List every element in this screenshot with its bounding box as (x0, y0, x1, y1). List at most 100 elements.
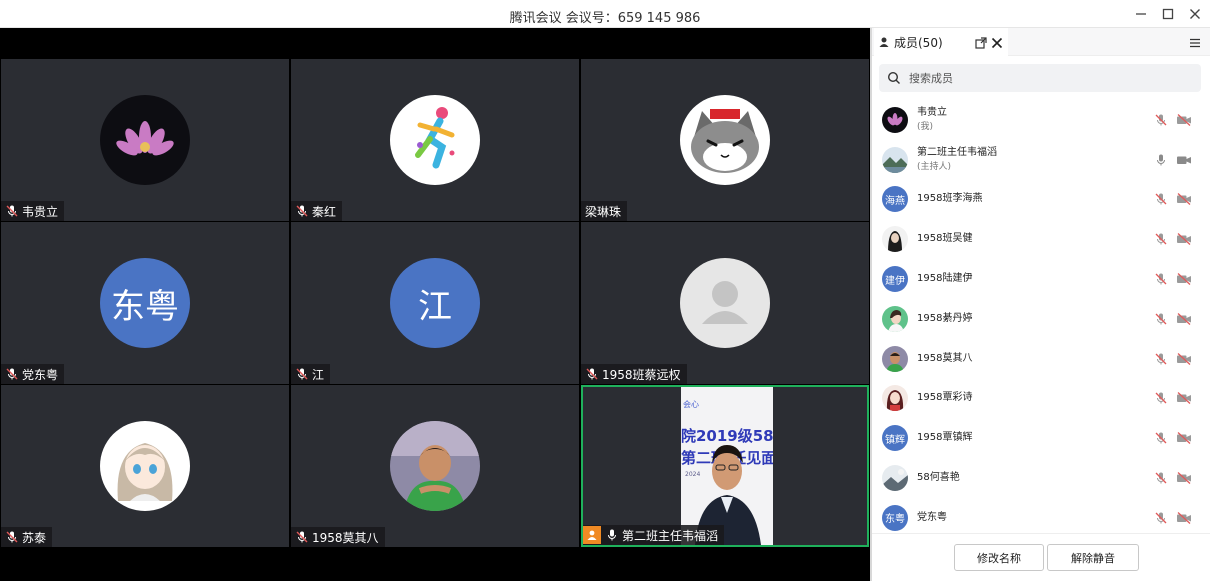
girl-photo-icon (882, 305, 908, 332)
participant-name: 1958莫其八 (312, 530, 379, 545)
member-name: 韦贵立 (我) (917, 106, 947, 132)
cat-cartoon-icon (680, 95, 770, 185)
participant-name: 江 (312, 367, 325, 382)
member-row[interactable]: 1958班吴健 (872, 219, 1210, 259)
maximize-icon (1162, 8, 1174, 20)
camera-off-icon[interactable] (1176, 272, 1192, 286)
avatar: 建伊 (882, 266, 908, 293)
close-icon (1190, 9, 1200, 19)
video-tile[interactable]: 秦红 (291, 59, 579, 221)
avatar: 海燕 (882, 186, 908, 213)
avatar (882, 305, 908, 332)
rename-button[interactable]: 修改名称 (954, 544, 1044, 571)
search-input[interactable] (909, 71, 1189, 85)
mic-muted-icon[interactable] (1154, 192, 1168, 206)
close-window-button[interactable] (1184, 4, 1206, 24)
video-tile[interactable]: 苏泰 (1, 385, 289, 547)
member-row[interactable]: 东粤 党东粤 (872, 498, 1210, 538)
video-tile[interactable]: 韦贵立 (1, 59, 289, 221)
popout-button[interactable] (974, 36, 988, 50)
mic-muted-icon[interactable] (1154, 312, 1168, 326)
active-speaker-tile[interactable]: 会心 院2019级58班 第二班 任见面 2024 第二班主任韦福滔 (581, 385, 869, 547)
search-box[interactable] (879, 64, 1201, 92)
member-row[interactable]: 镇辉 1958覃镇辉 (872, 418, 1210, 458)
video-tile[interactable]: 1958莫其八 (291, 385, 579, 547)
mic-muted-icon[interactable] (1154, 431, 1168, 445)
live-camera-feed: 会心 院2019级58班 第二班 任见面 2024 (681, 387, 773, 545)
close-icon (991, 37, 1003, 49)
member-row[interactable]: 58何喜艳 (872, 458, 1210, 498)
member-name: 1958班李海燕 (917, 193, 983, 205)
camera-off-icon[interactable] (1176, 391, 1192, 405)
avatar (680, 95, 770, 185)
camera-off-icon[interactable] (1176, 431, 1192, 445)
camera-off-icon[interactable] (1176, 232, 1192, 246)
camera-off-icon[interactable] (1176, 352, 1192, 366)
member-row[interactable]: 1958莫其八 (872, 339, 1210, 379)
avatar (390, 95, 480, 185)
member-row[interactable]: 海燕 1958班李海燕 (872, 180, 1210, 220)
member-name: 58何喜艳 (917, 472, 960, 484)
maximize-button[interactable] (1157, 4, 1179, 24)
camera-off-icon[interactable] (1176, 511, 1192, 525)
member-row[interactable]: 1958覃彩诗 (872, 379, 1210, 419)
mic-muted-icon (295, 204, 309, 218)
member-list: 韦贵立 (我) 第二班主任韦福滔 (主持人) 海燕 1958班李海燕 1958班吴健 (872, 100, 1210, 538)
doll-photo-icon (882, 385, 908, 412)
video-tile[interactable]: 江 江 (291, 222, 579, 384)
member-row[interactable]: 1958綦丹婷 (872, 299, 1210, 339)
name-tag: 1958莫其八 (291, 527, 385, 547)
camera-off-icon[interactable] (1176, 192, 1192, 206)
member-row[interactable]: 建伊 1958陆建伊 (872, 259, 1210, 299)
member-role: (我) (917, 121, 934, 132)
presenter-photo-icon (695, 445, 761, 545)
mic-muted-icon[interactable] (1154, 511, 1168, 525)
video-grid: 韦贵立 秦红 梁琳珠 东粤 党东粤 江 江 1958班蔡远权 苏泰 1958莫其… (0, 28, 870, 581)
name-tag: 党东粤 (1, 364, 65, 384)
minimize-button[interactable] (1130, 4, 1152, 24)
member-name: 1958覃彩诗 (917, 392, 973, 404)
avatar: 江 (390, 258, 480, 348)
mic-muted-icon[interactable] (1154, 352, 1168, 366)
mic-muted-icon (5, 204, 19, 218)
avatar (100, 421, 190, 511)
avatar (882, 226, 908, 253)
camera-off-icon[interactable] (1176, 113, 1192, 127)
member-name: 1958覃镇辉 (917, 432, 973, 444)
unmute-button[interactable]: 解除静音 (1047, 544, 1139, 571)
name-tag: 梁琳珠 (581, 201, 628, 221)
camera-off-icon[interactable] (1176, 312, 1192, 326)
mic-muted-icon (295, 530, 309, 544)
mic-muted-icon[interactable] (1154, 113, 1168, 127)
mic-on-icon[interactable] (1154, 153, 1168, 167)
video-tile[interactable]: 1958班蔡远权 (581, 222, 869, 384)
lotus-photo-icon (100, 95, 190, 185)
search-icon (887, 71, 900, 84)
menu-icon (1190, 38, 1200, 48)
mic-on-icon (605, 528, 619, 542)
participant-name: 第二班主任韦福滔 (622, 528, 719, 543)
runner-illustration-icon (390, 95, 480, 185)
title-bar: 腾讯会议 会议号：659 145 986 (0, 0, 1210, 28)
panel-menu-button[interactable] (1188, 36, 1202, 50)
camera-on-icon[interactable] (1176, 153, 1192, 167)
member-row[interactable]: 韦贵立 (我) (872, 100, 1210, 140)
mic-muted-icon (5, 530, 19, 544)
avatar (882, 146, 908, 173)
mic-muted-icon[interactable] (1154, 232, 1168, 246)
camera-off-icon[interactable] (1176, 471, 1192, 485)
member-name: 1958陆建伊 (917, 273, 973, 285)
boy-photo-icon (882, 345, 908, 372)
member-row[interactable]: 第二班主任韦福滔 (主持人) (872, 140, 1210, 180)
avatar: 东粤 (100, 258, 190, 348)
mic-muted-icon[interactable] (1154, 272, 1168, 286)
avatar (680, 258, 770, 348)
close-panel-button[interactable] (990, 36, 1004, 50)
lotus-photo-icon (882, 106, 908, 133)
mic-muted-icon[interactable] (1154, 471, 1168, 485)
video-tile[interactable]: 梁琳珠 (581, 59, 869, 221)
avatar: 东粤 (882, 504, 908, 531)
video-tile[interactable]: 东粤 党东粤 (1, 222, 289, 384)
mic-muted-icon[interactable] (1154, 391, 1168, 405)
participant-name: 1958班蔡远权 (602, 367, 681, 382)
